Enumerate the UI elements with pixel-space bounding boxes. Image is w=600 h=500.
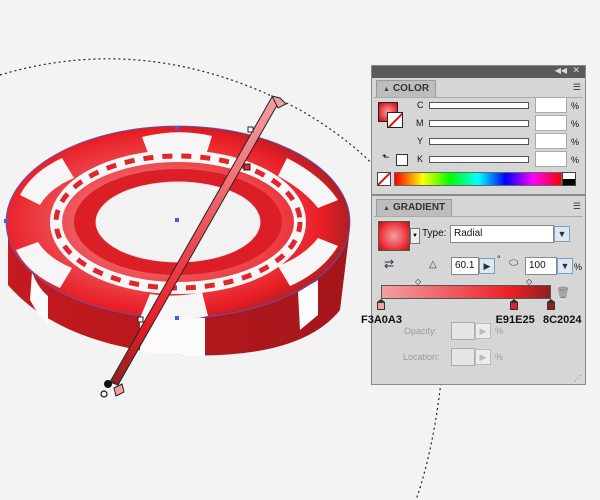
location-dropdown-button[interactable]: ▶: [475, 349, 491, 365]
none-swatch[interactable]: [377, 172, 391, 186]
resize-grip-icon[interactable]: ⋰: [574, 374, 582, 383]
slider-c[interactable]: [429, 102, 529, 109]
swap-icon[interactable]: ⬑: [382, 152, 390, 163]
delete-stop-icon[interactable]: 🗑: [556, 286, 570, 299]
midpoint-marker[interactable]: ◇: [526, 277, 532, 286]
gradient-stop[interactable]: [377, 299, 385, 310]
opacity-label: Opacity:: [404, 326, 438, 336]
location-label: Location:: [403, 352, 440, 362]
type-dropdown-button[interactable]: ▼: [554, 226, 570, 242]
gradient-panel: ▲ GRADIENT ☰ ▼ Type: Radial ▼ ⇄ △ 60.1 ▶ …: [361, 195, 586, 385]
fill-stroke-swatch[interactable]: [378, 102, 404, 128]
angle-dropdown-button[interactable]: ▶: [479, 258, 495, 274]
value-c[interactable]: [535, 97, 567, 113]
opacity-dropdown-button[interactable]: ▶: [475, 323, 491, 339]
gradient-preview-swatch[interactable]: [378, 221, 410, 251]
gradient-stop[interactable]: [547, 299, 555, 310]
opacity-input[interactable]: [451, 322, 475, 340]
annotator-origin-handle[interactable]: [104, 380, 112, 388]
slider-m[interactable]: [429, 120, 529, 127]
gradient-stop-label: 8C2024: [543, 314, 582, 326]
collapse-icon[interactable]: ◀◀: [555, 66, 567, 75]
channel-label-k: K: [417, 154, 424, 164]
default-swatch[interactable]: [396, 154, 408, 166]
aspect-ratio-icon: ⬭: [509, 257, 519, 269]
color-panel: ◀◀ ✕ ▲ COLOR ☰ ⬑ C % M % Y % K %: [371, 65, 586, 195]
unit-k: %: [571, 155, 580, 165]
aspect-ratio-input[interactable]: 100: [525, 257, 557, 275]
annotator-start-stop[interactable]: [113, 383, 125, 397]
unit-c: %: [571, 101, 580, 111]
annotator-focus-handle[interactable]: [100, 390, 108, 398]
slider-y[interactable]: [429, 138, 529, 145]
channel-label-c: C: [417, 100, 424, 110]
type-label: Type:: [422, 228, 447, 239]
tab-toggle-icon: ▲: [383, 205, 390, 212]
tab-gradient[interactable]: ▲ GRADIENT: [376, 199, 453, 216]
tab-color[interactable]: ▲ COLOR: [376, 80, 437, 97]
angle-unit: °: [497, 254, 501, 264]
opacity-unit: %: [495, 326, 504, 336]
preview-dropdown-icon[interactable]: ▼: [410, 228, 420, 244]
gradient-stop-label: E91E25: [495, 314, 535, 326]
value-y[interactable]: [535, 133, 567, 149]
type-select[interactable]: Radial: [450, 225, 554, 243]
value-k[interactable]: [535, 151, 567, 167]
panel-menu-icon[interactable]: ☰: [573, 201, 581, 212]
channel-label-y: Y: [417, 136, 424, 146]
reverse-gradient-icon[interactable]: ⇄: [384, 257, 394, 271]
panel-titlebar[interactable]: ◀◀ ✕: [372, 65, 585, 78]
panel-menu-icon[interactable]: ☰: [573, 82, 581, 93]
gradient-slider[interactable]: [381, 285, 551, 299]
slider-k[interactable]: [429, 156, 529, 163]
gradient-stop[interactable]: [509, 299, 518, 310]
unit-m: %: [571, 119, 580, 129]
unit-y: %: [571, 137, 580, 147]
tab-toggle-icon: ▲: [383, 86, 390, 93]
annotator-mid-stop[interactable]: [243, 163, 251, 171]
stroke-swatch[interactable]: [387, 112, 403, 128]
location-unit: %: [495, 352, 504, 362]
aspect-dropdown-button[interactable]: ▼: [557, 258, 573, 274]
aspect-unit: %: [574, 262, 583, 272]
location-input[interactable]: [451, 348, 475, 366]
close-icon[interactable]: ✕: [572, 65, 580, 76]
angle-input[interactable]: 60.1: [451, 257, 479, 275]
color-spectrum[interactable]: [394, 172, 562, 186]
angle-icon: △: [429, 259, 437, 270]
value-m[interactable]: [535, 115, 567, 131]
gradient-stop-label: F3A0A3: [361, 314, 402, 326]
white-black-swatch[interactable]: [562, 172, 576, 186]
channel-label-m: M: [416, 118, 424, 128]
midpoint-marker[interactable]: ◇: [415, 277, 421, 286]
